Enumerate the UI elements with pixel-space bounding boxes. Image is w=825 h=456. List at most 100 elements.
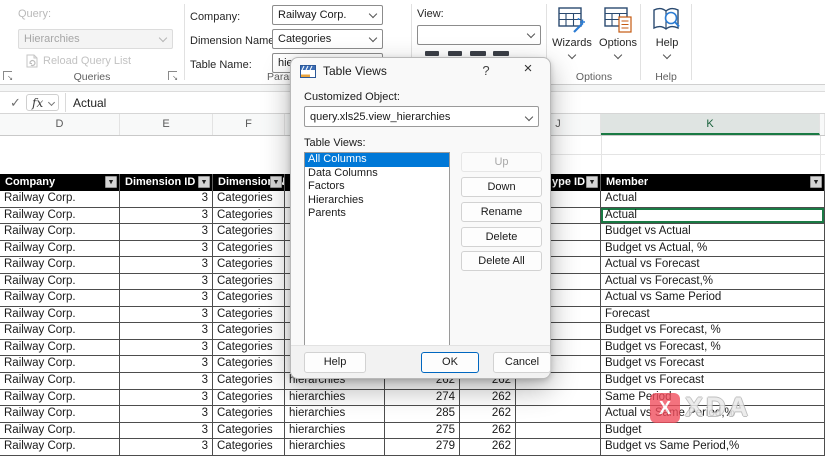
member-cell[interactable]: Actual vs Forecast bbox=[601, 257, 825, 274]
column-header-f[interactable]: F bbox=[213, 114, 285, 135]
dimension-id-cell[interactable]: 3 bbox=[120, 257, 213, 274]
member-cell[interactable]: Budget vs Forecast, % bbox=[601, 323, 825, 340]
member-cell[interactable]: Actual bbox=[601, 207, 825, 225]
company-cell[interactable]: Railway Corp. bbox=[0, 290, 120, 307]
member-cell[interactable]: Budget bbox=[601, 422, 825, 440]
member-cell[interactable]: Forecast bbox=[601, 306, 825, 324]
member-cell[interactable]: Actual bbox=[601, 191, 825, 208]
table-name-cell[interactable]: hierarchies bbox=[285, 439, 385, 456]
dimension-id-cell[interactable]: 3 bbox=[120, 356, 213, 374]
type-id-cell[interactable]: 262 bbox=[460, 389, 516, 407]
blank-cell[interactable] bbox=[516, 406, 601, 423]
customized-object-dropdown[interactable]: query.xls25.view_hierarchies bbox=[304, 106, 539, 127]
dimension-id-cell[interactable]: 3 bbox=[120, 207, 213, 225]
company-cell[interactable]: Railway Corp. bbox=[0, 191, 120, 208]
cancel-button[interactable]: Cancel bbox=[493, 352, 551, 373]
reload-query-list-button[interactable]: Reload Query List bbox=[26, 54, 131, 68]
company-cell[interactable]: Railway Corp. bbox=[0, 323, 120, 340]
filter-button[interactable]: ▾ bbox=[810, 176, 822, 188]
filter-button[interactable]: ▾ bbox=[270, 176, 282, 188]
filter-button[interactable]: ▾ bbox=[105, 176, 117, 188]
table-name-cell[interactable]: hierarchies bbox=[285, 406, 385, 423]
dimension-name-cell[interactable]: Categories bbox=[213, 224, 285, 241]
dimension-name-cell[interactable]: Categories bbox=[213, 191, 285, 208]
column-header-k[interactable]: K bbox=[601, 114, 820, 135]
company-cell[interactable]: Railway Corp. bbox=[0, 240, 120, 258]
list-item[interactable]: All Columns bbox=[305, 153, 449, 167]
company-cell[interactable]: Railway Corp. bbox=[0, 257, 120, 274]
filter-button[interactable]: ▾ bbox=[198, 176, 210, 188]
dimension-id-cell[interactable]: 3 bbox=[120, 422, 213, 440]
column-header-e[interactable]: E bbox=[120, 114, 213, 135]
id-cell[interactable]: 274 bbox=[385, 389, 460, 407]
dimension-name-cell[interactable]: Categories bbox=[213, 422, 285, 440]
company-cell[interactable]: Railway Corp. bbox=[0, 306, 120, 324]
dimension-name-cell[interactable]: Categories bbox=[213, 306, 285, 324]
list-item[interactable]: Parents bbox=[305, 207, 449, 221]
list-item[interactable]: Factors bbox=[305, 180, 449, 194]
dimension-id-header[interactable]: Dimension ID ▾ bbox=[120, 174, 213, 191]
ok-button[interactable]: OK bbox=[421, 352, 479, 373]
dimension-name-cell[interactable]: Categories bbox=[213, 207, 285, 225]
filter-button[interactable]: ▾ bbox=[586, 176, 598, 188]
company-cell[interactable]: Railway Corp. bbox=[0, 373, 120, 390]
dimension-id-cell[interactable]: 3 bbox=[120, 191, 213, 208]
dialog-help-button[interactable]: ? bbox=[478, 63, 494, 78]
member-cell[interactable]: Actual vs Forecast,% bbox=[601, 273, 825, 291]
company-cell[interactable]: Railway Corp. bbox=[0, 406, 120, 423]
delete-button[interactable]: Delete bbox=[461, 227, 542, 247]
query-dropdown[interactable]: Hierarchies bbox=[18, 29, 173, 49]
up-button[interactable]: Up bbox=[461, 152, 542, 172]
dimension-id-cell[interactable]: 3 bbox=[120, 306, 213, 324]
company-cell[interactable]: Railway Corp. bbox=[0, 356, 120, 374]
dimension-id-cell[interactable]: 3 bbox=[120, 339, 213, 357]
company-cell[interactable]: Railway Corp. bbox=[0, 207, 120, 225]
queries-dialog-launcher-icon[interactable]: ↘ bbox=[168, 71, 178, 82]
company-cell[interactable]: Railway Corp. bbox=[0, 389, 120, 407]
dimension-name-cell[interactable]: Categories bbox=[213, 373, 285, 390]
help-button[interactable]: Help bbox=[641, 5, 693, 60]
company-dropdown[interactable]: Railway Corp. bbox=[272, 5, 383, 25]
table-name-cell[interactable]: hierarchies bbox=[285, 422, 385, 440]
dimension-name-header[interactable]: Dimension N ▾ bbox=[213, 174, 285, 191]
company-cell[interactable]: Railway Corp. bbox=[0, 422, 120, 440]
member-cell[interactable]: Budget vs Forecast bbox=[601, 373, 825, 390]
dimension-id-cell[interactable]: 3 bbox=[120, 290, 213, 307]
dimension-id-cell[interactable]: 3 bbox=[120, 373, 213, 390]
dimension-name-cell[interactable]: Categories bbox=[213, 356, 285, 374]
blank-cell[interactable] bbox=[516, 389, 601, 407]
id-cell[interactable]: 275 bbox=[385, 422, 460, 440]
member-cell[interactable]: Budget vs Actual, % bbox=[601, 240, 825, 258]
member-cell[interactable]: Budget vs Actual bbox=[601, 224, 825, 241]
dimension-id-cell[interactable]: 3 bbox=[120, 240, 213, 258]
view-dropdown[interactable] bbox=[417, 25, 541, 45]
enter-check-icon[interactable]: ✓ bbox=[10, 95, 21, 111]
dialog-title-bar[interactable]: Table Views bbox=[291, 58, 550, 84]
dimension-id-cell[interactable]: 3 bbox=[120, 273, 213, 291]
dimension-name-cell[interactable]: Categories bbox=[213, 439, 285, 456]
member-cell[interactable]: Budget vs Same Period,% bbox=[601, 439, 825, 456]
options-button[interactable]: Options bbox=[592, 5, 644, 60]
dimension-id-cell[interactable]: 3 bbox=[120, 389, 213, 407]
list-item[interactable]: Hierarchies bbox=[305, 194, 449, 208]
member-header[interactable]: Member ▾ bbox=[601, 174, 825, 191]
table-name-cell[interactable]: hierarchies bbox=[285, 389, 385, 407]
company-cell[interactable]: Railway Corp. bbox=[0, 273, 120, 291]
down-button[interactable]: Down bbox=[461, 177, 542, 197]
type-id-cell[interactable]: 262 bbox=[460, 422, 516, 440]
column-header-d[interactable]: D bbox=[0, 114, 120, 135]
delete-all-button[interactable]: Delete All bbox=[461, 251, 542, 271]
id-cell[interactable]: 285 bbox=[385, 406, 460, 423]
list-item[interactable]: Data Columns bbox=[305, 167, 449, 181]
formula-bar-value[interactable]: Actual bbox=[73, 96, 106, 110]
dimension-name-cell[interactable]: Categories bbox=[213, 257, 285, 274]
dimension-id-cell[interactable]: 3 bbox=[120, 323, 213, 340]
blank-cell[interactable] bbox=[516, 422, 601, 440]
member-cell[interactable]: Budget vs Forecast bbox=[601, 356, 825, 374]
dimension-name-cell[interactable]: Categories bbox=[213, 406, 285, 423]
type-id-cell[interactable]: 262 bbox=[460, 406, 516, 423]
insert-function-button[interactable]: fx bbox=[26, 94, 59, 111]
column-header-sliver[interactable] bbox=[820, 114, 825, 135]
company-cell[interactable]: Railway Corp. bbox=[0, 224, 120, 241]
dimension-name-cell[interactable]: Categories bbox=[213, 323, 285, 340]
